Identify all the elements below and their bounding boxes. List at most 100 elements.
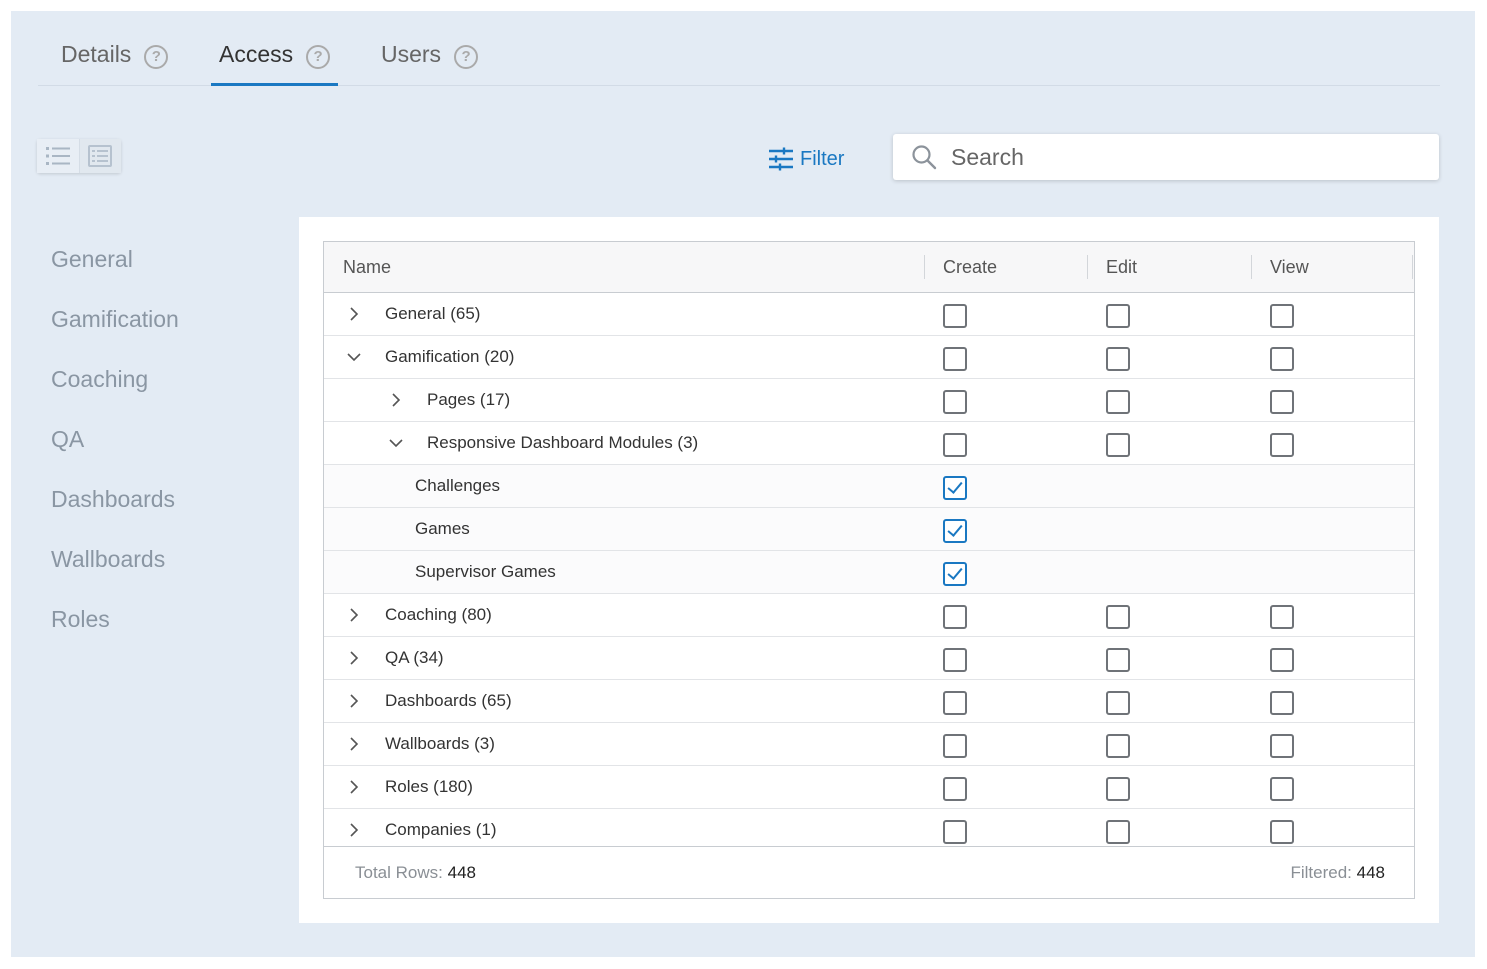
expand-chevron-right-icon[interactable] (344, 691, 364, 711)
column-separator[interactable] (1412, 255, 1413, 279)
collapse-chevron-down-icon[interactable] (344, 347, 364, 367)
sidenav-item-wallboards[interactable]: Wallboards (51, 539, 179, 599)
create-checkbox[interactable] (943, 304, 967, 328)
edit-checkbox[interactable] (1106, 777, 1130, 801)
create-checkbox[interactable] (943, 777, 967, 801)
expand-chevron-right-icon[interactable] (344, 820, 364, 840)
create-checkbox[interactable] (943, 734, 967, 758)
view-checkbox[interactable] (1270, 734, 1294, 758)
filter-label: Filter (800, 147, 845, 170)
create-checkbox[interactable] (943, 347, 967, 371)
view-checkbox[interactable] (1270, 304, 1294, 328)
tab-details[interactable]: Details ? (61, 39, 169, 85)
column-header-name[interactable]: Name (343, 242, 391, 292)
help-icon[interactable]: ? (454, 45, 479, 69)
view-checkbox[interactable] (1270, 691, 1294, 715)
tab-users[interactable]: Users ? (381, 39, 479, 85)
sliders-icon (769, 147, 793, 171)
edit-checkbox[interactable] (1106, 433, 1130, 457)
view-checkbox[interactable] (1270, 820, 1294, 844)
sidenav-item-roles[interactable]: Roles (51, 599, 179, 659)
row-name: Games (415, 519, 470, 538)
create-checkbox[interactable] (943, 519, 967, 543)
edit-checkbox[interactable] (1106, 605, 1130, 629)
view-checkbox[interactable] (1270, 390, 1294, 414)
expand-chevron-right-icon[interactable] (344, 304, 364, 324)
create-checkbox[interactable] (943, 562, 967, 586)
column-header-create[interactable]: Create (943, 242, 997, 292)
edit-checkbox[interactable] (1106, 820, 1130, 844)
create-checkbox[interactable] (943, 476, 967, 500)
table-row: Challenges (324, 465, 1414, 508)
view-checkbox[interactable] (1270, 347, 1294, 371)
expand-chevron-right-icon[interactable] (386, 390, 406, 410)
search-box (893, 134, 1439, 180)
table-row: Games (324, 508, 1414, 551)
create-checkbox[interactable] (943, 648, 967, 672)
row-name: Responsive Dashboard Modules (3) (427, 433, 699, 452)
row-name: Wallboards (3) (385, 734, 495, 753)
edit-checkbox[interactable] (1106, 648, 1130, 672)
expand-chevron-right-icon[interactable] (344, 777, 364, 797)
table-body: General (65) Gamification (20) Pages (17) R… (324, 293, 1414, 852)
row-name: General (65) (385, 304, 481, 323)
search-icon (912, 145, 937, 170)
total-rows-label: Total Rows: (355, 863, 443, 882)
expand-chevron-right-icon[interactable] (344, 648, 364, 668)
row-name: Gamification (20) (385, 347, 515, 366)
permissions-table: Name Create Edit View General (65) Gamifi… (323, 241, 1415, 899)
column-separator[interactable] (1251, 255, 1252, 279)
view-checkbox[interactable] (1270, 777, 1294, 801)
edit-checkbox[interactable] (1106, 691, 1130, 715)
collapse-chevron-down-icon[interactable] (386, 433, 406, 453)
filter-button[interactable]: Filter (768, 144, 844, 174)
column-header-view[interactable]: View (1270, 242, 1309, 292)
table-row: Gamification (20) (324, 336, 1414, 379)
help-icon[interactable]: ? (144, 45, 169, 69)
row-name: QA (34) (385, 648, 444, 667)
view-checkbox[interactable] (1270, 433, 1294, 457)
table-footer: Total Rows: 448 Filtered: 448 (324, 846, 1414, 898)
table-row: General (65) (324, 293, 1414, 336)
create-checkbox[interactable] (943, 433, 967, 457)
edit-checkbox[interactable] (1106, 347, 1130, 371)
edit-checkbox[interactable] (1106, 734, 1130, 758)
table-row: Coaching (80) (324, 594, 1414, 637)
sidenav-item-dashboards[interactable]: Dashboards (51, 479, 179, 539)
view-checkbox[interactable] (1270, 605, 1294, 629)
table-row: Dashboards (65) (324, 680, 1414, 723)
table-row: Responsive Dashboard Modules (3) (324, 422, 1414, 465)
table-header: Name Create Edit View (324, 242, 1414, 293)
access-panel: Name Create Edit View General (65) Gamifi… (299, 217, 1439, 923)
help-icon[interactable]: ? (306, 45, 331, 69)
table-row: Pages (17) (324, 379, 1414, 422)
view-checkbox[interactable] (1270, 648, 1294, 672)
tab-access-label: Access (219, 41, 294, 67)
total-rows: Total Rows: 448 (355, 847, 476, 898)
table-row: Supervisor Games (324, 551, 1414, 594)
tab-access[interactable]: Access ? (210, 39, 339, 86)
search-input[interactable] (949, 142, 1423, 172)
table-row: QA (34) (324, 637, 1414, 680)
sidenav-item-gamification[interactable]: Gamification (51, 299, 179, 359)
edit-checkbox[interactable] (1106, 304, 1130, 328)
table-row: Wallboards (3) (324, 723, 1414, 766)
sidenav-item-qa[interactable]: QA (51, 419, 179, 479)
sidenav-item-coaching[interactable]: Coaching (51, 359, 179, 419)
create-checkbox[interactable] (943, 390, 967, 414)
column-separator[interactable] (1087, 255, 1088, 279)
column-separator[interactable] (924, 255, 925, 279)
detail-list-icon (88, 145, 113, 167)
expand-chevron-right-icon[interactable] (344, 734, 364, 754)
sidenav-item-general[interactable]: General (51, 239, 179, 299)
create-checkbox[interactable] (943, 691, 967, 715)
create-checkbox[interactable] (943, 605, 967, 629)
column-header-edit[interactable]: Edit (1106, 242, 1137, 292)
create-checkbox[interactable] (943, 820, 967, 844)
filtered-rows-label: Filtered: (1290, 863, 1352, 882)
expand-chevron-right-icon[interactable] (344, 605, 364, 625)
edit-checkbox[interactable] (1106, 390, 1130, 414)
detail-view-button[interactable] (79, 139, 121, 173)
list-view-button[interactable] (37, 139, 80, 173)
row-name: Dashboards (65) (385, 691, 512, 710)
